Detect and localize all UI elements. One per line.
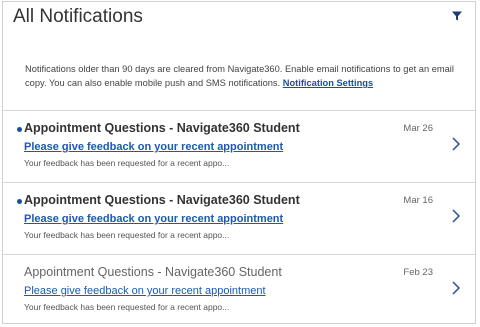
unread-dot-icon: [17, 199, 22, 204]
notification-feedback-link[interactable]: Please give feedback on your recent appo…: [24, 284, 266, 298]
notification-date: Mar 26: [403, 123, 433, 134]
chevron-right-icon[interactable]: [451, 280, 461, 296]
notification-feedback-link[interactable]: Please give feedback on your recent appo…: [24, 140, 283, 154]
filter-icon[interactable]: [451, 10, 463, 22]
notification-title: Appointment Questions - Navigate360 Stud…: [24, 121, 300, 135]
panel-header: All Notifications: [13, 6, 463, 30]
notification-feedback-link[interactable]: Please give feedback on your recent appo…: [24, 212, 283, 226]
notification-title: Appointment Questions - Navigate360 Stud…: [24, 193, 300, 207]
notification-preview: Your feedback has been requested for a r…: [24, 158, 230, 168]
chevron-right-icon[interactable]: [451, 208, 461, 224]
chevron-right-icon[interactable]: [451, 136, 461, 152]
unread-dot-icon: [17, 127, 22, 132]
retention-info: Notifications older than 90 days are cle…: [25, 62, 465, 90]
notifications-panel: All Notifications Notifications older th…: [2, 1, 476, 324]
notification-date: Feb 23: [403, 267, 433, 278]
page-title: All Notifications: [13, 6, 143, 27]
notification-item[interactable]: Appointment Questions - Navigate360 Stud…: [3, 183, 475, 254]
notification-preview: Your feedback has been requested for a r…: [24, 302, 230, 312]
notification-date: Mar 16: [403, 195, 433, 206]
retention-info-text: Notifications older than 90 days are cle…: [25, 64, 454, 88]
notification-preview: Your feedback has been requested for a r…: [24, 230, 230, 240]
notification-title: Appointment Questions - Navigate360 Stud…: [24, 265, 282, 279]
notification-item[interactable]: Appointment Questions - Navigate360 Stud…: [3, 255, 475, 326]
notification-settings-link[interactable]: Notification Settings: [283, 78, 373, 88]
notification-item[interactable]: Appointment Questions - Navigate360 Stud…: [3, 111, 475, 182]
